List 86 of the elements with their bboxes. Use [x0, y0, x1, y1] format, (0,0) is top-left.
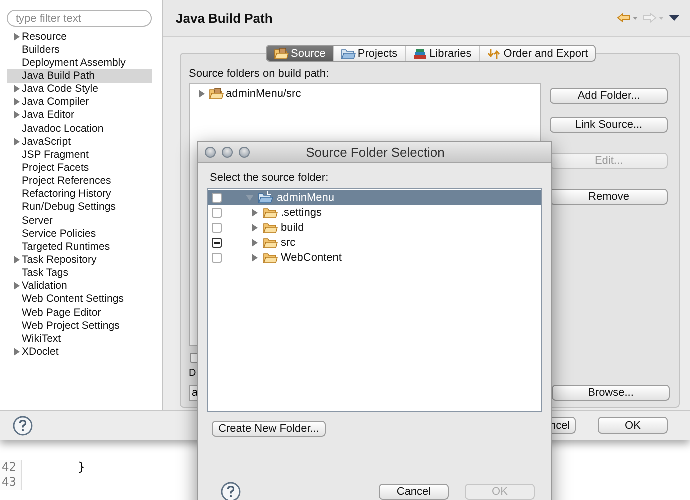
nav-item[interactable]: Project References: [7, 174, 152, 188]
output-label: D: [189, 368, 198, 379]
nav-item[interactable]: Java Editor: [7, 108, 152, 122]
nav-item[interactable]: JavaScript: [7, 135, 152, 148]
nav-item[interactable]: Validation: [7, 280, 152, 293]
nav-item[interactable]: Project Facets: [7, 161, 152, 175]
back-icon[interactable]: [617, 13, 639, 23]
expand-icon[interactable]: [251, 224, 259, 232]
nav-item[interactable]: Targeted Runtimes: [7, 240, 152, 254]
expand-icon[interactable]: [198, 90, 206, 98]
checkbox[interactable]: [212, 238, 222, 248]
checkbox[interactable]: [212, 222, 222, 232]
package-folder-icon: [209, 88, 224, 100]
expand-icon[interactable]: [13, 256, 21, 264]
folder-tree-item[interactable]: build: [208, 220, 541, 235]
line-number: 42: [2, 460, 16, 475]
folder-icon: [263, 206, 278, 218]
nav-item[interactable]: Task Tags: [7, 266, 152, 280]
checkbox[interactable]: [212, 252, 222, 262]
nav-item[interactable]: Java Compiler: [7, 96, 152, 109]
expand-icon[interactable]: [251, 254, 259, 262]
books-icon: [412, 48, 428, 60]
up-down-arrows-icon: [486, 48, 502, 60]
nav-item[interactable]: Web Page Editor: [7, 306, 152, 320]
minimize-button[interactable]: [222, 146, 233, 158]
nav-item[interactable]: Server: [7, 214, 152, 228]
section-label: Source folders on build path:: [189, 68, 330, 80]
folder-tree-item[interactable]: .settings: [208, 205, 541, 220]
nav-item[interactable]: Java Code Style: [7, 82, 152, 96]
nav-item[interactable]: Task Repository: [7, 253, 152, 267]
nav-item[interactable]: Refactoring History: [7, 188, 152, 201]
line-number: 43: [2, 475, 16, 490]
nav-item[interactable]: XDoclet: [7, 345, 152, 359]
zoom-button[interactable]: [239, 146, 250, 158]
package-folder-icon: [274, 48, 289, 60]
folder-icon: [263, 222, 278, 234]
dialog-title: Source Folder Selection: [305, 144, 446, 160]
folder-icon: [340, 48, 356, 60]
expand-icon[interactable]: [251, 208, 259, 216]
side-button[interactable]: Link Source...: [550, 117, 668, 133]
side-button[interactable]: Remove: [550, 189, 668, 205]
checkbox[interactable]: [212, 208, 222, 218]
code-line: }: [78, 460, 86, 475]
nav-item[interactable]: Web Content Settings: [7, 292, 152, 306]
dialog-button[interactable]: OK: [598, 417, 668, 434]
expand-icon[interactable]: [13, 282, 21, 290]
tab[interactable]: Libraries: [406, 46, 480, 61]
folder-icon: [263, 252, 278, 264]
side-button[interactable]: Add Folder...: [550, 88, 668, 104]
folder-tree-item[interactable]: src: [208, 235, 541, 250]
page-title: Java Build Path: [176, 10, 273, 26]
expand-icon[interactable]: [251, 238, 259, 246]
dialog-prompt: Select the source folder:: [210, 172, 330, 184]
expand-icon[interactable]: [13, 98, 21, 106]
nav-item[interactable]: JSP Fragment: [7, 148, 152, 162]
nav-item[interactable]: Java Build Path: [7, 69, 152, 83]
expand-icon[interactable]: [13, 138, 21, 146]
folder-tree-item[interactable]: adminMenu: [208, 190, 541, 205]
close-button[interactable]: [205, 146, 216, 158]
nav-item[interactable]: WikiText: [7, 332, 152, 346]
create-folder-button[interactable]: Create New Folder...: [212, 421, 326, 437]
tab[interactable]: Projects: [334, 46, 406, 61]
folder-tree-item[interactable]: WebContent: [208, 250, 541, 265]
expand-icon[interactable]: [13, 348, 21, 356]
nav-item[interactable]: Web Project Settings: [7, 319, 152, 332]
folder-icon: [263, 236, 278, 248]
nav-item[interactable]: Deployment Assembly: [7, 56, 152, 70]
expand-icon[interactable]: [13, 85, 21, 94]
project-folder-icon: [258, 191, 274, 204]
tab[interactable]: Order and Export: [480, 46, 596, 61]
nav-item[interactable]: Builders: [7, 43, 152, 56]
menu-icon[interactable]: [669, 14, 680, 22]
tab[interactable]: Source: [267, 46, 334, 61]
nav-item[interactable]: Resource: [7, 30, 152, 44]
dialog-button[interactable]: Cancel: [379, 484, 449, 500]
expand-icon[interactable]: [13, 111, 21, 120]
expand-icon[interactable]: [13, 32, 21, 41]
source-folder-item[interactable]: adminMenu/src: [198, 87, 540, 101]
browse-button[interactable]: Browse...: [552, 385, 670, 401]
nav-item[interactable]: Run/Debug Settings: [7, 200, 152, 214]
checkbox[interactable]: [212, 192, 222, 202]
help-icon[interactable]: [13, 416, 33, 436]
filter-field[interactable]: type filter text: [7, 10, 152, 27]
nav-item[interactable]: Javadoc Location: [7, 122, 152, 136]
help-icon[interactable]: [221, 482, 241, 500]
nav-item[interactable]: Service Policies: [7, 227, 152, 240]
